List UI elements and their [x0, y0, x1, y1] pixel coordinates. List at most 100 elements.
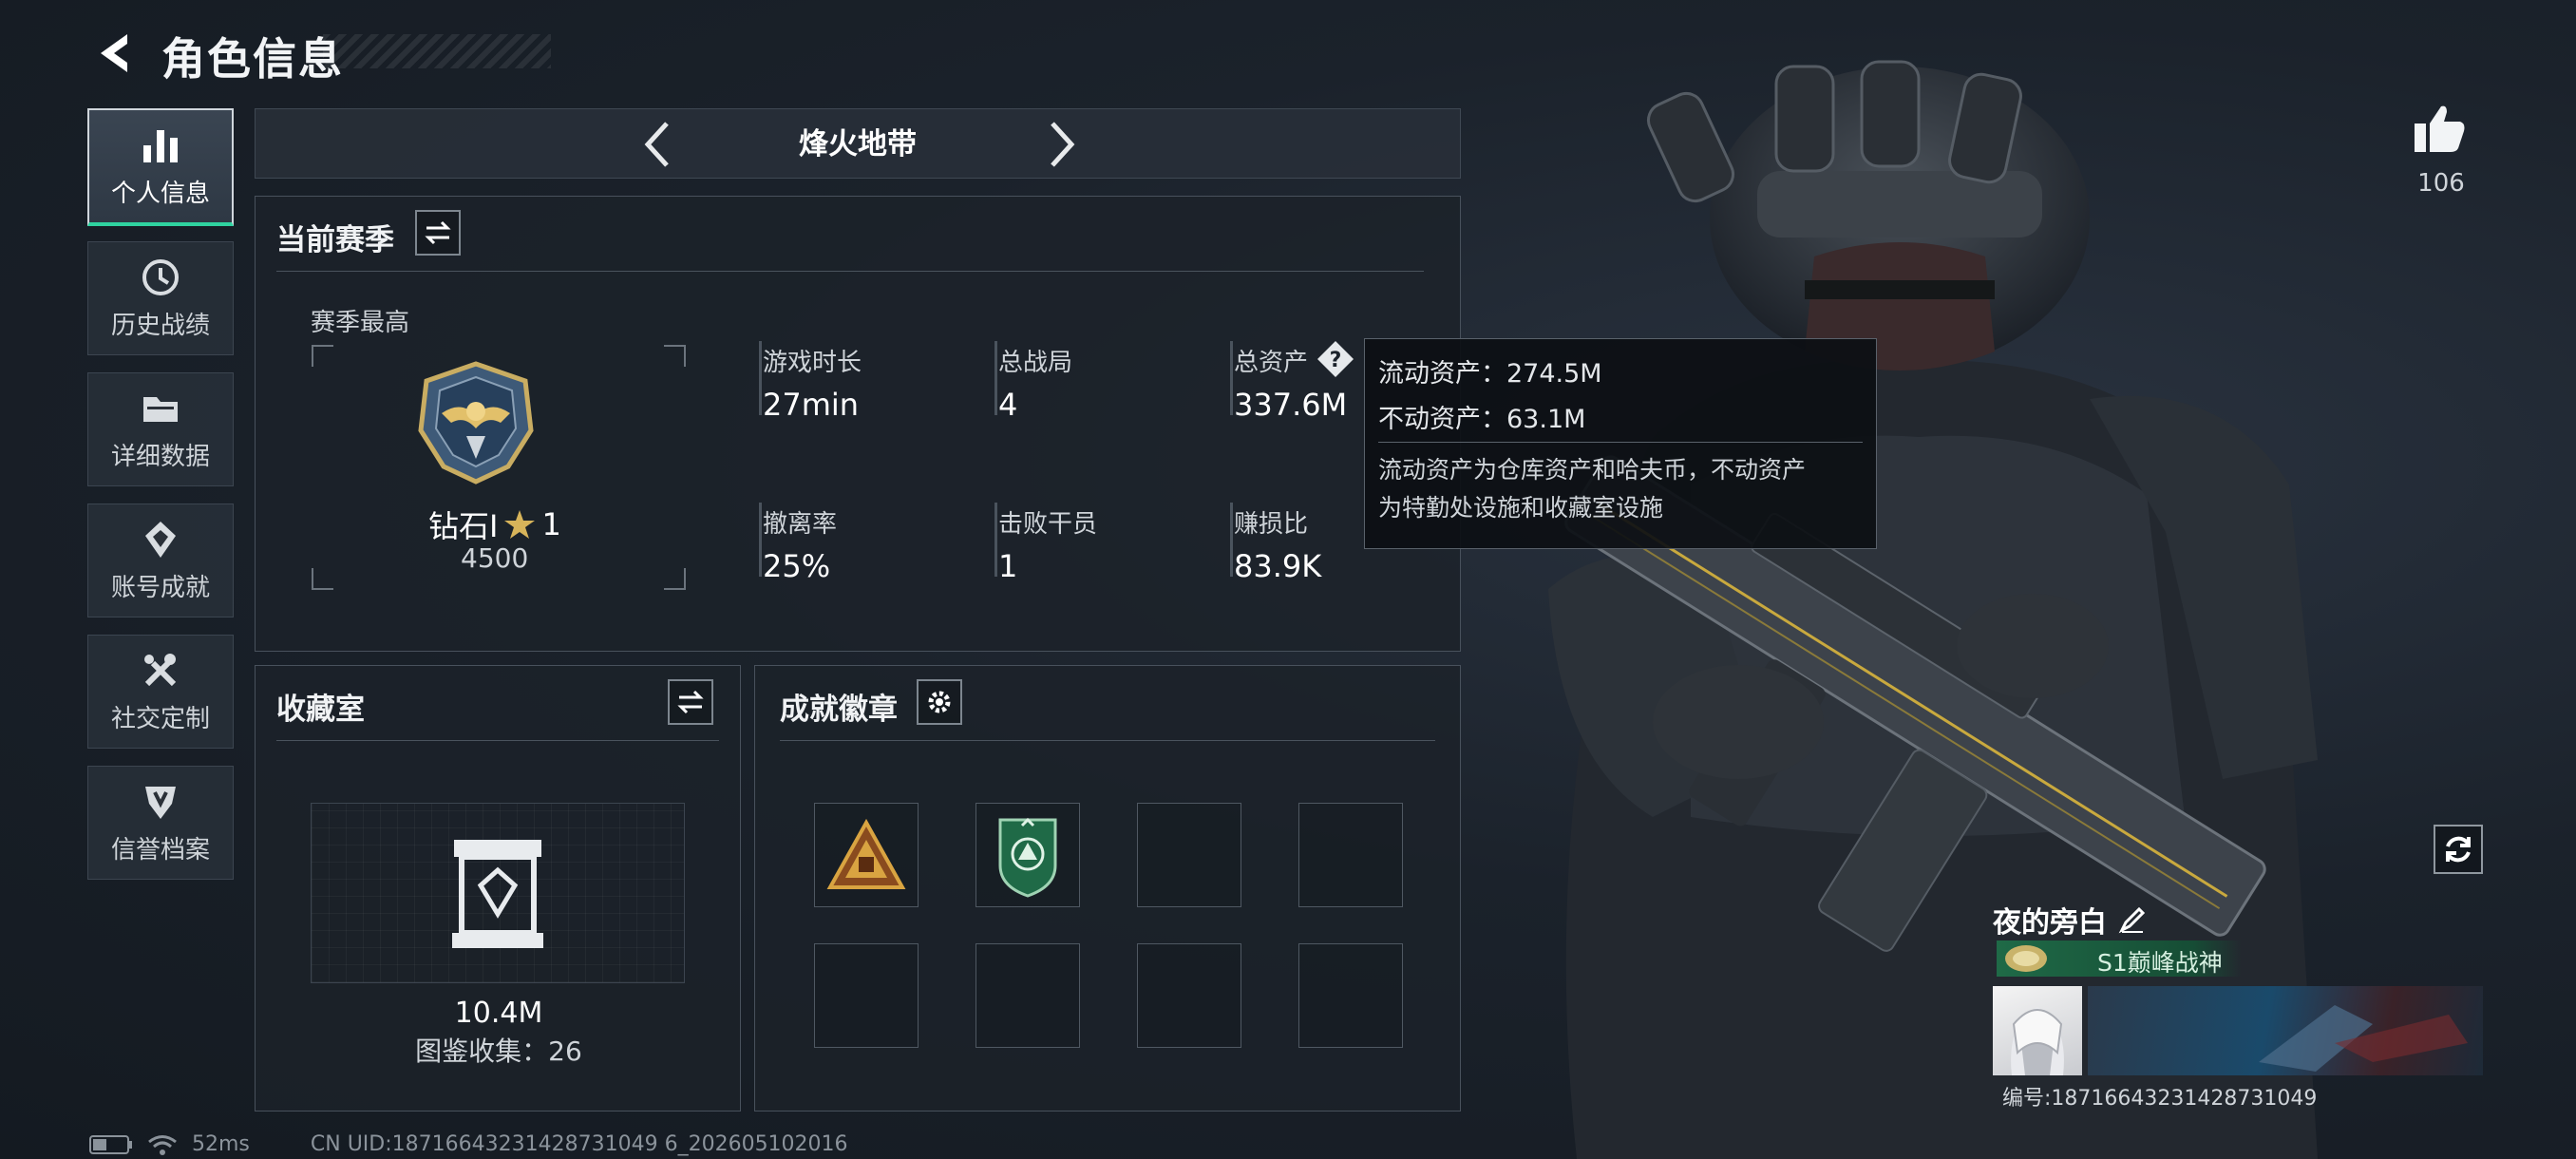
- collection-divider: [276, 740, 719, 741]
- sidebar-item-profile[interactable]: 个人信息: [87, 108, 234, 226]
- badge-slot-2[interactable]: [975, 803, 1080, 907]
- badge-slot-5[interactable]: [814, 943, 919, 1048]
- rotate-view-button[interactable]: [2434, 825, 2483, 874]
- tools-icon: [144, 653, 177, 686]
- banner-art: [2259, 1005, 2468, 1072]
- stat-divider: [994, 341, 997, 415]
- title-emblem-icon: [2005, 945, 2047, 972]
- badge-slot-8[interactable]: [1298, 943, 1403, 1048]
- stat-value-extraction: 25%: [763, 548, 831, 584]
- player-name: 夜的旁白: [1993, 906, 2107, 940]
- sidebar-item-history[interactable]: 历史战绩: [87, 241, 234, 355]
- mode-prev-button[interactable]: [628, 117, 685, 172]
- badge-slot-1[interactable]: [814, 803, 919, 907]
- gear-icon: [928, 691, 951, 713]
- player-title: S1巅峰战神: [2097, 949, 2223, 977]
- badges-title: 成就徽章: [780, 693, 898, 727]
- badge-slot-4[interactable]: [1298, 803, 1403, 907]
- thumbs-up-icon: [2415, 105, 2465, 152]
- stat-label-playtime: 游戏时长: [763, 349, 862, 377]
- title-decoration: [323, 34, 551, 68]
- stat-value-playtime: 27min: [763, 387, 860, 423]
- stat-value-profit: 83.9K: [1234, 548, 1322, 584]
- mode-title: 烽火地带: [799, 127, 917, 162]
- assets-help-icon[interactable]: ?: [1316, 339, 1355, 383]
- swap-icon: [425, 220, 451, 245]
- player-title-badge: S1巅峰战神: [1997, 940, 2242, 977]
- bar-chart-icon: [143, 129, 178, 162]
- ping-value: 52ms: [192, 1132, 250, 1156]
- back-button[interactable]: [87, 27, 141, 80]
- badge-slot-6[interactable]: [975, 943, 1080, 1048]
- player-avatar[interactable]: [1993, 986, 2082, 1075]
- status-bar: 52ms CN UID:18716643231428731049 6_20260…: [89, 1132, 848, 1156]
- mode-selector: 烽火地带: [255, 108, 1461, 179]
- tooltip-fixed-assets: 不动资产：63.1M: [1378, 405, 1586, 434]
- mode-next-button[interactable]: [1034, 117, 1091, 172]
- avatar-portrait-icon: [2011, 1007, 2064, 1075]
- stat-divider: [759, 503, 762, 577]
- stat-label-profit: 赚损比: [1234, 510, 1309, 539]
- pyramid-badge-icon: [826, 819, 906, 889]
- tooltip-divider: [1378, 442, 1863, 443]
- season-divider: [276, 271, 1424, 272]
- sidebar-item-label: 历史战绩: [110, 311, 210, 340]
- badges-panel: 成就徽章: [754, 665, 1461, 1112]
- sidebar-item-achievements[interactable]: 账号成就: [87, 504, 234, 618]
- stat-value-matches: 4: [998, 387, 1018, 423]
- season-best-label: 赛季最高: [311, 309, 410, 337]
- sidebar-item-details[interactable]: 详细数据: [87, 372, 234, 486]
- season-panel: 当前赛季 赛季最高 钻石I 1 4500 游戏时长 27min 总战局 4 总资…: [255, 196, 1461, 652]
- collection-switch-button[interactable]: [668, 679, 713, 725]
- green-shield-badge-icon: [998, 817, 1057, 898]
- rank-stars: 1: [541, 506, 561, 542]
- sidebar-item-label: 账号成就: [110, 573, 210, 602]
- player-id: 编号:18716643231428731049: [2002, 1087, 2318, 1111]
- sidebar-item-label: 社交定制: [110, 704, 210, 733]
- chevron-left-icon: [644, 122, 669, 167]
- page-title: 角色信息: [161, 33, 344, 85]
- uid-text: CN UID:18716643231428731049 6_2026051020…: [310, 1132, 848, 1156]
- rank-emblem-icon: [418, 361, 534, 484]
- tooltip-desc-line1: 流动资产为仓库资产和哈夫币，不动资产: [1378, 456, 1807, 484]
- stat-divider: [1230, 503, 1233, 577]
- sidebar-item-label: 信誉档案: [110, 835, 210, 864]
- stat-label-matches: 总战局: [998, 349, 1073, 377]
- back-arrow-icon: [101, 34, 127, 72]
- stat-divider: [1230, 341, 1233, 415]
- collection-title: 收藏室: [276, 693, 365, 727]
- season-title: 当前赛季: [276, 223, 394, 257]
- assets-tooltip: 流动资产：274.5M 不动资产：63.1M 流动资产为仓库资产和哈夫币，不动资…: [1364, 338, 1877, 549]
- collection-caption: 图鉴收集：26: [415, 1036, 582, 1067]
- like-button[interactable]: [2413, 103, 2466, 158]
- badge-slot-7[interactable]: [1137, 943, 1241, 1048]
- rank-score: 4500: [461, 542, 529, 574]
- stat-value-assets: 337.6M: [1234, 387, 1348, 423]
- history-icon: [142, 258, 179, 295]
- collection-value: 10.4M: [454, 997, 543, 1030]
- sidebar-item-credit[interactable]: 信誉档案: [87, 766, 234, 880]
- collection-preview[interactable]: [311, 803, 685, 983]
- sidebar-item-social[interactable]: 社交定制: [87, 635, 234, 749]
- badges-divider: [780, 740, 1435, 741]
- sidebar-item-label: 个人信息: [110, 179, 210, 208]
- season-switch-button[interactable]: [415, 210, 461, 256]
- collection-panel: 收藏室 10.4M 图鉴收集：26: [255, 665, 741, 1112]
- rank-name: 钻石I: [428, 508, 499, 544]
- badge-slot-3[interactable]: [1137, 803, 1241, 907]
- battery-icon: [89, 1134, 132, 1154]
- refresh-icon: [2446, 836, 2471, 863]
- folder-icon: [143, 396, 178, 422]
- tooltip-liquid-assets: 流动资产：274.5M: [1378, 359, 1602, 389]
- wifi-icon: [148, 1134, 177, 1155]
- badges-settings-button[interactable]: [917, 679, 962, 725]
- shield-icon: [145, 786, 176, 819]
- stat-value-kills: 1: [998, 548, 1018, 584]
- achievement-icon: [145, 521, 176, 558]
- stat-divider: [994, 503, 997, 577]
- stat-label-kills: 击败干员: [998, 510, 1098, 539]
- edit-icon[interactable]: [2118, 905, 2147, 934]
- stat-label-assets: 总资产: [1234, 349, 1309, 377]
- stat-label-extraction: 撤离率: [763, 510, 838, 539]
- display-case-icon: [452, 840, 543, 948]
